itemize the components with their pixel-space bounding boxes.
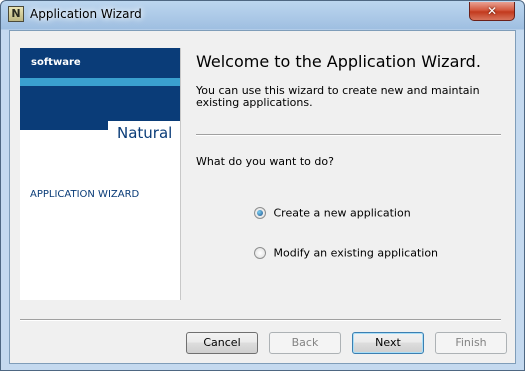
- option-create-new[interactable]: Create a new application: [254, 206, 411, 220]
- cancel-button[interactable]: Cancel: [186, 332, 258, 354]
- next-button[interactable]: Next: [352, 332, 424, 354]
- radio-modify-existing[interactable]: [254, 247, 266, 259]
- radio-create-new[interactable]: [254, 207, 266, 219]
- natural-app-icon: N: [8, 6, 24, 22]
- option-modify-existing[interactable]: Modify an existing application: [254, 246, 438, 260]
- header-divider: [196, 134, 501, 136]
- footer-divider: [20, 319, 501, 321]
- brand-accent-stripe: [20, 78, 180, 86]
- natural-product-name: Natural: [117, 124, 173, 142]
- option-create-new-label[interactable]: Create a new application: [274, 207, 411, 220]
- software-ag-logo: software: [31, 57, 81, 68]
- window-title: Application Wizard: [30, 7, 142, 21]
- wizard-caption: APPLICATION WIZARD: [30, 189, 140, 200]
- application-wizard-window: N Application Wizard ✕ software Natural …: [0, 0, 525, 371]
- finish-button[interactable]: Finish: [435, 332, 507, 354]
- wizard-side-banner: software Natural APPLICATION WIZARD: [20, 48, 181, 300]
- page-title: Welcome to the Application Wizard.: [196, 52, 481, 71]
- close-button[interactable]: ✕: [469, 2, 515, 21]
- option-modify-existing-label[interactable]: Modify an existing application: [274, 247, 439, 260]
- close-icon: ✕: [486, 4, 498, 18]
- back-button[interactable]: Back: [269, 332, 341, 354]
- title-bar[interactable]: N Application Wizard ✕: [1, 1, 524, 29]
- wizard-client-area: software Natural APPLICATION WIZARD Welc…: [9, 30, 516, 364]
- question-label: What do you want to do?: [196, 155, 334, 168]
- intro-text: You can use this wizard to create new an…: [196, 84, 480, 109]
